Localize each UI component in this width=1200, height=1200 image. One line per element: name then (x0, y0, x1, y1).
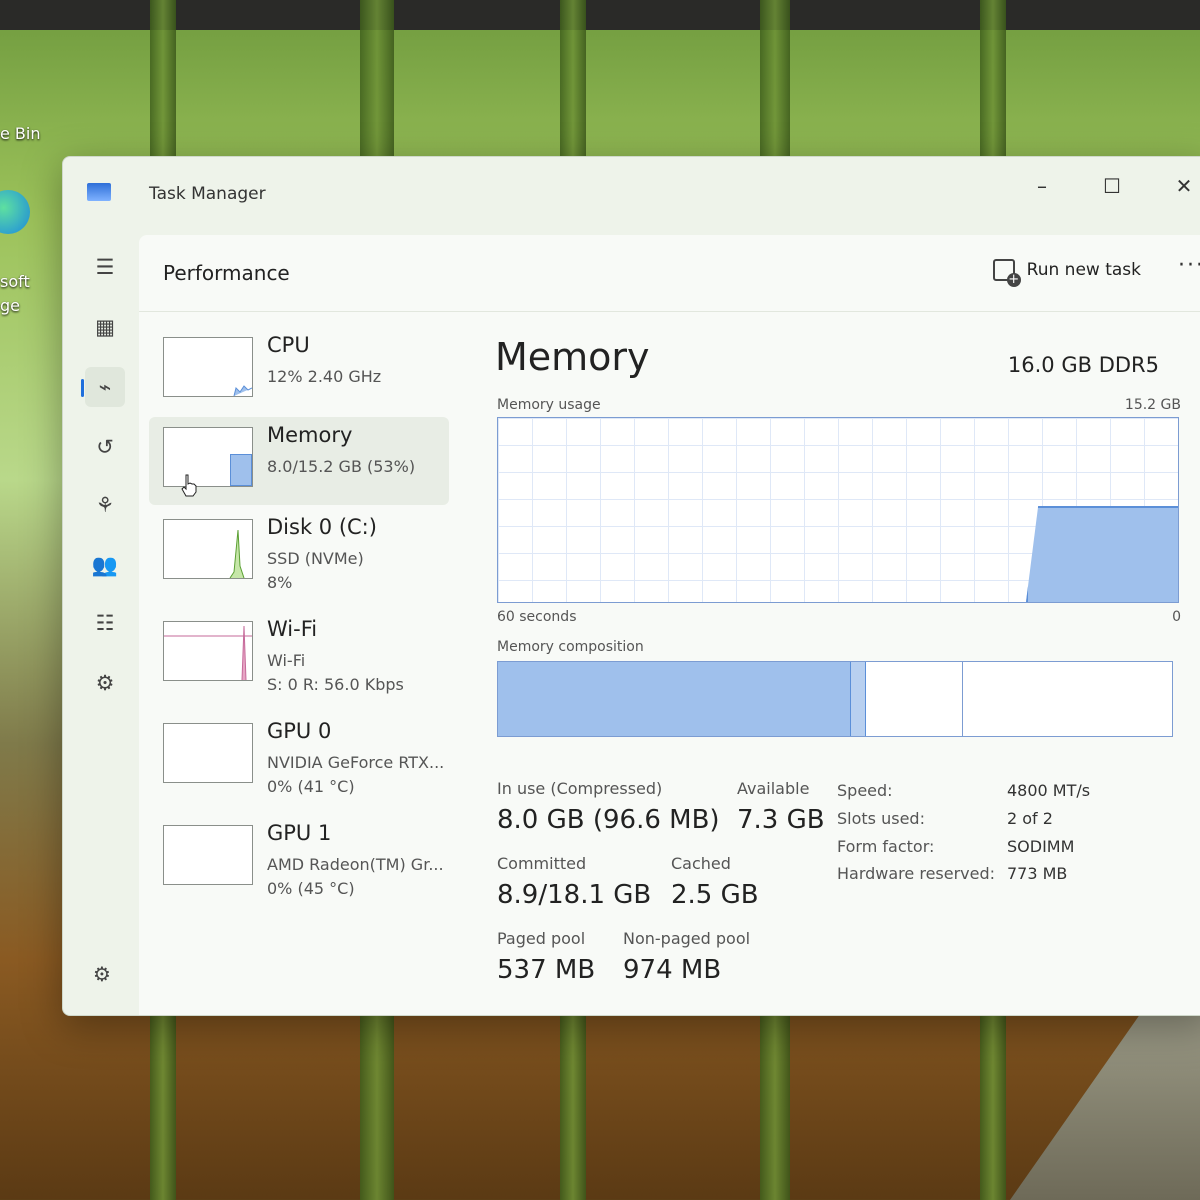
nonpaged-pool-value: 974 MB (623, 955, 722, 985)
device-detail: 8% (267, 573, 293, 592)
device-detail: 0% (41 °C) (267, 777, 355, 796)
speed-label: Speed: (837, 781, 893, 800)
hamburger-menu-icon[interactable]: ☰ (85, 247, 125, 287)
window-title: Task Manager (149, 184, 266, 204)
hardware-reserved-label: Hardware reserved: (837, 864, 996, 883)
performance-panel: Performance Run new task ··· CPU 12% 2.4… (139, 235, 1200, 1015)
memory-usage-area (1026, 506, 1178, 602)
settings-icon[interactable]: ⚙ (93, 962, 111, 986)
hand-cursor-icon (181, 474, 197, 497)
device-name: Wi-Fi (267, 617, 318, 641)
device-detail: 12% 2.40 GHz (267, 367, 382, 386)
device-name: GPU 0 (267, 719, 332, 743)
performance-icon[interactable]: ⌁ (81, 367, 125, 407)
device-list: CPU 12% 2.40 GHz Memory 8.0/15.2 GB (53%… (149, 327, 449, 927)
top-bezel (0, 0, 1200, 30)
startup-apps-icon[interactable]: ⚘ (85, 485, 125, 525)
forest-path (1010, 1010, 1200, 1200)
title-bar[interactable]: Task Manager – ☐ ✕ (63, 157, 1200, 229)
paged-pool-label: Paged pool (497, 929, 586, 948)
minimize-button[interactable]: – (1025, 169, 1059, 203)
in-use-label: In use (Compressed) (497, 779, 663, 798)
disk-mini-graph (229, 529, 245, 579)
edge-icon (0, 190, 30, 234)
device-detail: NVIDIA GeForce RTX... (267, 753, 445, 772)
form-factor-value: SODIMM (1007, 837, 1075, 856)
in-use-value: 8.0 GB (96.6 MB) (497, 805, 720, 835)
available-value: 7.3 GB (737, 805, 825, 835)
memory-usage-max: 15.2 GB (1124, 397, 1181, 413)
committed-label: Committed (497, 854, 587, 873)
gpu0-thumbnail (163, 723, 253, 783)
device-item-gpu0[interactable]: GPU 0 NVIDIA GeForce RTX... 0% (41 °C) (149, 713, 449, 801)
device-detail: S: 0 R: 56.0 Kbps (267, 675, 404, 694)
in-use-segment (498, 662, 850, 736)
device-name: CPU (267, 333, 310, 357)
recycle-bin-desktop-icon[interactable]: e Bin (0, 124, 41, 143)
cpu-mini-graph (233, 385, 253, 397)
modified-segment (850, 662, 866, 736)
active-indicator (81, 379, 84, 397)
task-manager-logo-icon (87, 183, 111, 201)
run-new-task-button[interactable]: Run new task (992, 259, 1141, 287)
memory-title: Memory (495, 335, 650, 379)
device-detail: AMD Radeon(TM) Gr... (267, 855, 444, 874)
device-item-wifi[interactable]: Wi-Fi Wi-Fi S: 0 R: 56.0 Kbps (149, 611, 449, 699)
device-detail: SSD (NVMe) (267, 549, 364, 568)
panel-header: Performance Run new task ··· (139, 235, 1200, 312)
memory-composition-bar (497, 661, 1173, 737)
speed-value: 4800 MT/s (1007, 781, 1091, 800)
device-detail: 0% (45 °C) (267, 879, 355, 898)
wifi-thumbnail (163, 621, 253, 681)
form-factor-label: Form factor: (837, 837, 935, 856)
cpu-thumbnail (163, 337, 253, 397)
graph-time-right: 0 (1172, 609, 1181, 625)
paged-pool-value: 537 MB (497, 955, 596, 985)
device-name: GPU 1 (267, 821, 332, 845)
processes-icon[interactable]: ▦ (85, 307, 125, 347)
memory-composition-label: Memory composition (497, 639, 644, 655)
cached-value: 2.5 GB (671, 880, 759, 910)
device-detail: Wi-Fi (267, 651, 306, 670)
services-icon[interactable]: ⚙ (85, 663, 125, 703)
disk-thumbnail (163, 519, 253, 579)
memory-detail-pane: Memory 16.0 GB DDR5 Memory usage 15.2 GB… (489, 327, 1199, 987)
device-item-gpu1[interactable]: GPU 1 AMD Radeon(TM) Gr... 0% (45 °C) (149, 815, 449, 903)
memory-usage-graph (497, 417, 1179, 603)
free-segment (962, 662, 1172, 736)
committed-value: 8.9/18.1 GB (497, 880, 652, 910)
standby-segment (866, 662, 963, 736)
wifi-mini-graph (164, 625, 252, 681)
maximize-button[interactable]: ☐ (1095, 169, 1129, 203)
page-title: Performance (163, 261, 290, 285)
available-label: Available (737, 779, 810, 798)
memory-usage-label: Memory usage (497, 397, 601, 413)
task-manager-window: Task Manager – ☐ ✕ ☰ ▦ ⌁ ↺ ⚘ 👥 ☷ ⚙ ⚙ Per… (62, 156, 1200, 1016)
navigation-rail: ☰ ▦ ⌁ ↺ ⚘ 👥 ☷ ⚙ (77, 247, 137, 1007)
details-icon[interactable]: ☷ (85, 603, 125, 643)
users-icon[interactable]: 👥 (85, 545, 125, 585)
more-options-icon[interactable]: ··· (1178, 253, 1200, 278)
cached-label: Cached (671, 854, 731, 873)
device-detail: 8.0/15.2 GB (53%) (267, 457, 416, 476)
hardware-reserved-value: 773 MB (1007, 864, 1068, 883)
memory-mini-fill (230, 454, 252, 486)
graph-time-left: 60 seconds (497, 609, 577, 625)
memory-thumbnail (163, 427, 253, 487)
slots-used-value: 2 of 2 (1007, 809, 1053, 828)
nonpaged-pool-label: Non-paged pool (623, 929, 751, 948)
device-item-cpu[interactable]: CPU 12% 2.40 GHz (149, 327, 449, 415)
close-button[interactable]: ✕ (1167, 169, 1200, 203)
device-item-disk[interactable]: Disk 0 (C:) SSD (NVMe) 8% (149, 509, 449, 597)
device-name: Memory (267, 423, 353, 447)
slots-used-label: Slots used: (837, 809, 925, 828)
gpu1-thumbnail (163, 825, 253, 885)
run-task-icon (992, 259, 1021, 287)
app-history-icon[interactable]: ↺ (85, 427, 125, 467)
memory-spec: 16.0 GB DDR5 (1007, 353, 1159, 377)
device-name: Disk 0 (C:) (267, 515, 377, 539)
